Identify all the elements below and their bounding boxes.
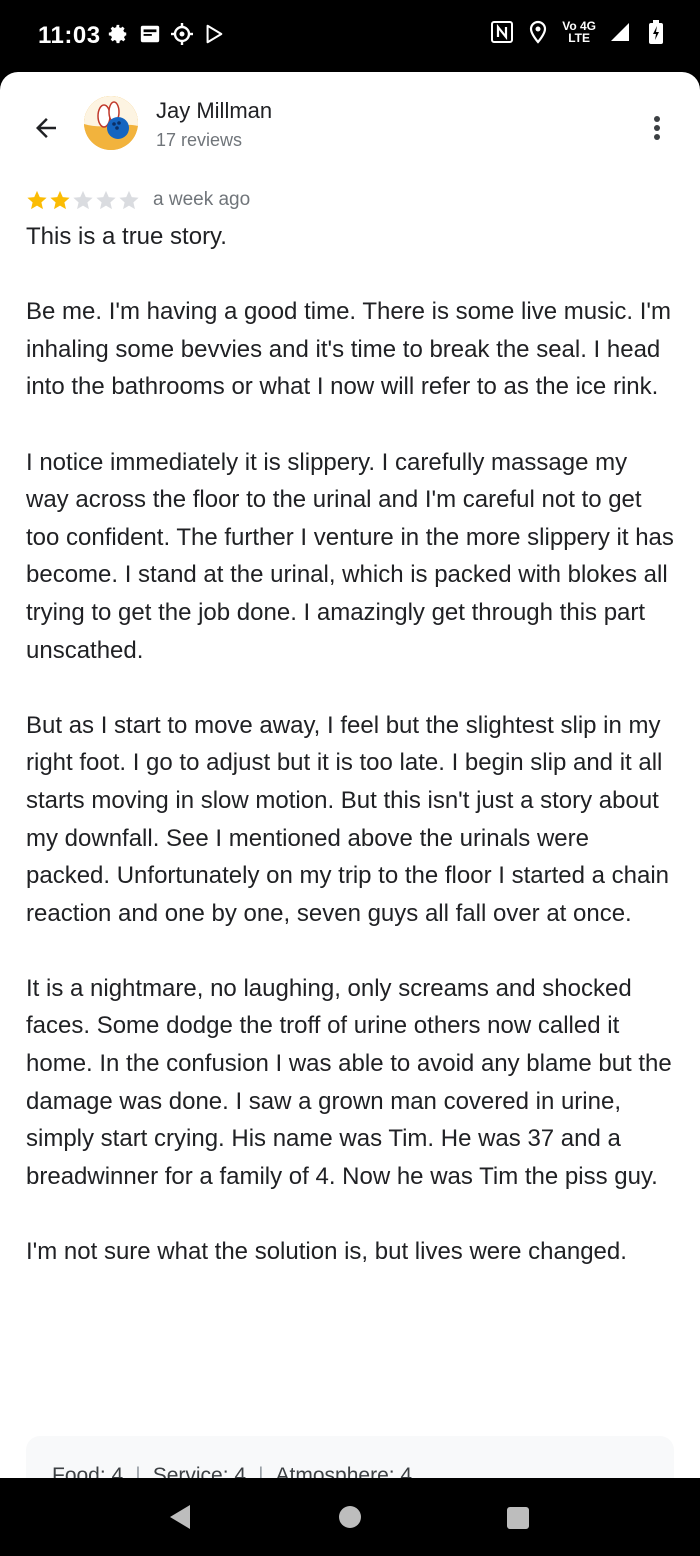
review-sheet: Jay Millman 17 reviews a week ago This i… [0, 72, 700, 1478]
separator: | [258, 1464, 264, 1478]
sub-ratings-line: Food: 4 | Service: 4 | Atmosphere: 4 [52, 1464, 412, 1478]
status-time: 11:03 [38, 22, 101, 49]
rating-row: a week ago [26, 186, 250, 214]
status-bar: 11:03 Vo 4G LTE [0, 0, 700, 72]
volte-bottom-text: LTE [568, 31, 590, 45]
star-filled-icon [27, 190, 47, 210]
food-rating: Food: 4 [52, 1464, 124, 1478]
more-options-button[interactable] [642, 108, 672, 148]
author-name[interactable]: Jay Millman [156, 98, 272, 124]
service-rating: Service: 4 [152, 1464, 247, 1478]
settings-cog-icon [170, 22, 194, 46]
star-filled-icon [50, 190, 70, 210]
author-review-count: 17 reviews [156, 130, 243, 150]
star-empty-icon [119, 190, 139, 210]
back-arrow-icon [36, 118, 56, 138]
app-notification-icon [138, 22, 162, 46]
star-empty-icon [96, 190, 116, 210]
separator: | [135, 1464, 141, 1478]
review-text: This is a true story. Be me. I'm having … [26, 223, 674, 1266]
avatar[interactable] [84, 96, 138, 150]
gear-icon [106, 22, 130, 46]
volte-icon: Vo 4G LTE [562, 20, 596, 44]
star-rating [26, 189, 141, 211]
navigation-bar [0, 1478, 700, 1556]
nav-recents-icon[interactable] [507, 1507, 529, 1529]
star-empty-icon [73, 190, 93, 210]
status-left-icons [106, 22, 226, 46]
play-store-icon [202, 22, 226, 46]
more-vert-icon [654, 116, 660, 140]
status-right-icons: Vo 4G LTE [490, 20, 668, 44]
atmosphere-rating: Atmosphere: 4 [275, 1464, 413, 1478]
battery-icon [644, 20, 668, 44]
nfc-icon [490, 20, 514, 44]
review-date: a week ago [153, 189, 251, 210]
nav-home-icon[interactable] [339, 1506, 361, 1528]
location-icon [526, 20, 550, 44]
bowling-avatar-icon [84, 96, 138, 150]
back-button[interactable] [26, 108, 66, 148]
nav-back-icon[interactable] [168, 1504, 192, 1535]
sub-ratings-card: Food: 4 | Service: 4 | Atmosphere: 4 [26, 1436, 674, 1478]
signal-icon [608, 20, 632, 44]
